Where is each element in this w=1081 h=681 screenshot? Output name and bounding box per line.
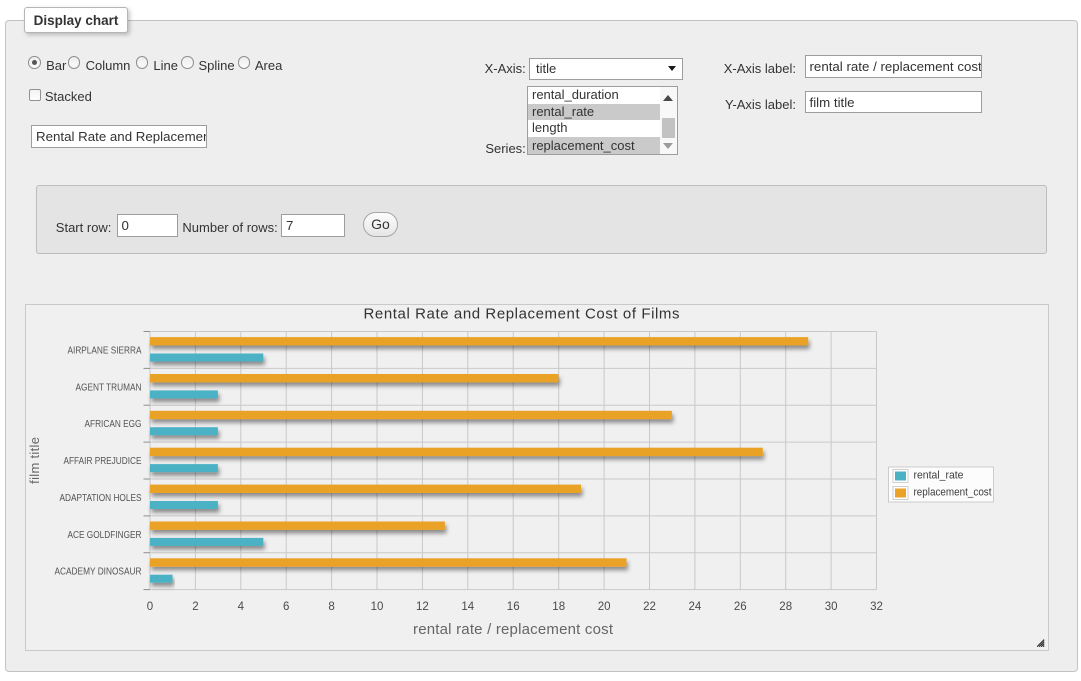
svg-text:24: 24 <box>688 601 701 613</box>
svg-text:26: 26 <box>733 601 746 613</box>
svg-text:Rental Rate and Replacement Co: Rental Rate and Replacement Cost of Film… <box>363 306 679 323</box>
svg-text:ADAPTATION HOLES: ADAPTATION HOLES <box>59 493 141 504</box>
svg-text:10: 10 <box>370 601 383 613</box>
svg-text:28: 28 <box>779 601 792 613</box>
svg-text:2: 2 <box>192 601 198 613</box>
svg-text:30: 30 <box>824 601 837 613</box>
svg-text:16: 16 <box>506 601 519 613</box>
svg-text:AGENT TRUMAN: AGENT TRUMAN <box>75 382 141 393</box>
svg-text:4: 4 <box>237 601 244 613</box>
svg-text:rental_rate: rental_rate <box>913 470 963 482</box>
svg-text:AIRPLANE SIERRA: AIRPLANE SIERRA <box>67 346 141 357</box>
svg-text:rental rate / replacement cost: rental rate / replacement cost <box>413 621 614 638</box>
svg-text:18: 18 <box>552 601 565 613</box>
svg-text:0: 0 <box>146 601 152 613</box>
svg-text:film title: film title <box>27 437 42 484</box>
svg-text:32: 32 <box>870 601 883 613</box>
svg-text:8: 8 <box>328 601 334 613</box>
svg-text:ACE GOLDFINGER: ACE GOLDFINGER <box>67 530 141 541</box>
svg-text:AFRICAN EGG: AFRICAN EGG <box>84 419 141 430</box>
svg-text:AFFAIR PREJUDICE: AFFAIR PREJUDICE <box>63 456 141 467</box>
svg-text:ACADEMY DINOSAUR: ACADEMY DINOSAUR <box>54 567 141 578</box>
svg-text:6: 6 <box>282 601 288 613</box>
svg-text:20: 20 <box>597 601 610 613</box>
svg-text:replacement_cost: replacement_cost <box>913 487 991 499</box>
svg-text:12: 12 <box>416 601 429 613</box>
svg-text:22: 22 <box>643 601 656 613</box>
svg-text:14: 14 <box>461 601 474 613</box>
